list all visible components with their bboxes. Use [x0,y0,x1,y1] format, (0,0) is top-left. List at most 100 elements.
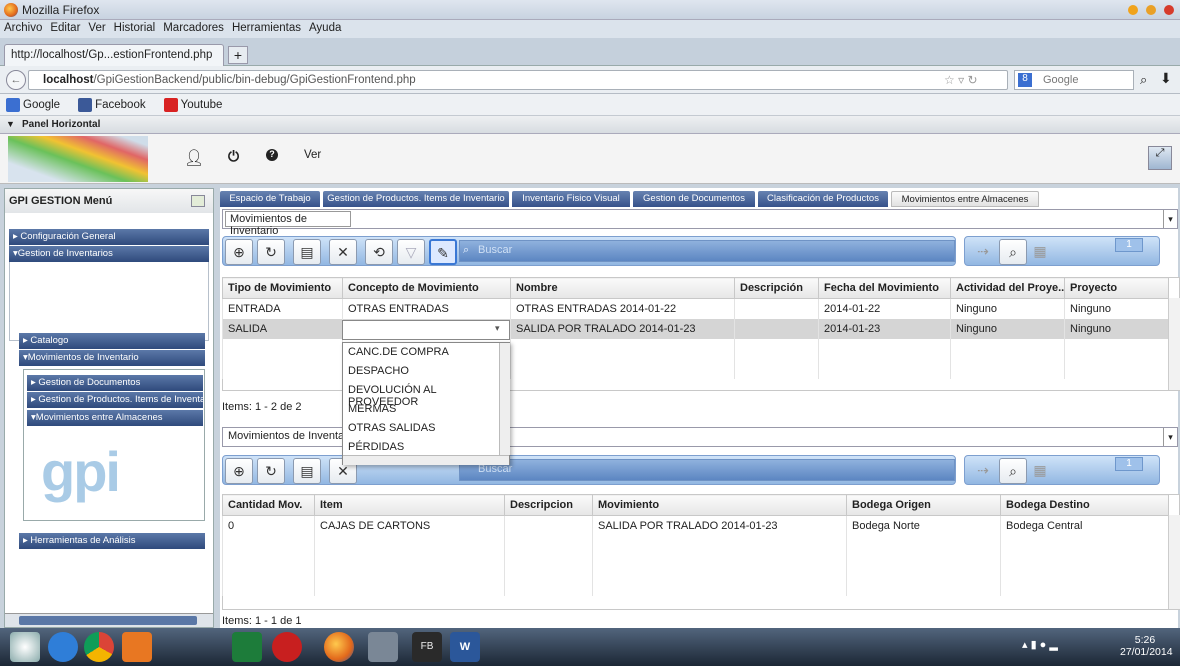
dropdown-option[interactable]: DEVOLUCIÓN AL PROVEEDOR [343,381,509,408]
dropdown-option[interactable]: MERMAS [343,400,509,419]
col-header[interactable]: Item [314,494,505,516]
col-header[interactable]: Nombre [510,277,735,299]
save-icon[interactable]: ▤ [293,239,321,265]
dropdown-option[interactable]: DESPACHO [343,362,509,381]
back-button[interactable]: ← [6,70,26,90]
dropdown-option[interactable]: CANC.DE COMPRA [343,343,509,362]
bookmark-facebook[interactable]: Facebook [72,94,152,116]
col-header[interactable]: Fecha del Movimiento [818,277,951,299]
grid2-vscrollbar[interactable] [1168,515,1180,609]
ie-icon[interactable] [48,632,78,662]
col-header[interactable]: Tipo de Movimiento [222,277,343,299]
save-icon[interactable]: ▤ [293,458,321,484]
menu-ayuda[interactable]: Ayuda [305,20,345,36]
delete-icon[interactable]: ✕ [329,239,357,265]
tab-espacio-trabajo[interactable]: Espacio de Trabajo [220,191,320,207]
game-icon[interactable] [272,632,302,662]
new-tab-button[interactable]: + [228,46,248,64]
sidebar-item-configuracion[interactable]: ▸ Configuración General [9,229,209,245]
col-header[interactable]: Proyecto [1064,277,1169,299]
search-input[interactable]: Buscar [459,240,955,262]
bookmark-google[interactable]: Google [0,94,66,116]
search-icon[interactable]: ⌕ [1140,72,1147,88]
firefox-taskbar-icon[interactable] [324,632,354,662]
power-icon[interactable]: ⏻ [228,148,239,165]
keyboard-icon[interactable]: ▦ [1029,239,1051,265]
tab-gestion-productos[interactable]: Gestion de Productos. Items de Inventari… [323,191,509,207]
preview-icon[interactable]: ⌕ [999,239,1027,265]
word-icon[interactable]: W [450,632,480,662]
media-icon[interactable] [122,632,152,662]
undo-icon[interactable]: ⟲ [365,239,393,265]
sidebar-toggle-icon[interactable] [191,195,205,207]
menu-marcadores[interactable]: Marcadores [159,20,228,36]
menu-ver[interactable]: Ver [84,20,109,36]
panel-horizontal-bar[interactable]: ▼ Panel Horizontal [0,116,1180,134]
chevron-down-icon[interactable]: ▾ [1163,428,1177,446]
refresh-icon[interactable]: ↻ [257,239,285,265]
filter-icon[interactable]: ▽ [397,239,425,265]
edit-icon[interactable]: ✎ [429,239,457,265]
refresh-icon[interactable]: ↻ [257,458,285,484]
tray-icons[interactable]: ▴ ▮ ● ▂ [1022,638,1058,651]
folder-icon[interactable] [368,632,398,662]
sidebar-item-gestion-inventarios[interactable]: ▾Gestion de Inventarios [9,246,209,262]
minimize-icon[interactable] [1128,5,1138,15]
col-header[interactable]: Descripcion [504,494,593,516]
sidebar-item-gestion-documentos[interactable]: ▸ Gestion de Documentos [27,375,203,391]
menu-archivo[interactable]: Archivo [0,20,46,36]
stock-app-icon[interactable] [232,632,262,662]
col-header[interactable]: Descripción [734,277,819,299]
web-search-input[interactable]: Google [1014,70,1134,90]
preview-icon[interactable]: ⌕ [999,458,1027,484]
grid1-vscrollbar[interactable] [1168,298,1180,390]
sidebar-hscrollbar[interactable] [5,613,213,627]
page-badge[interactable]: 1 [1115,457,1143,471]
col-header[interactable]: Bodega Destino [1000,494,1169,516]
google-search-icon[interactable]: 8 [1018,73,1032,87]
fullscreen-icon[interactable]: ⤢ [1148,146,1172,170]
chevron-down-icon[interactable]: ▾ [495,323,500,334]
tab-movimientos-almacenes[interactable]: Movimientos entre Almacenes [891,191,1039,207]
menu-historial[interactable]: Historial [110,20,160,36]
close-icon[interactable] [1164,5,1174,15]
start-icon[interactable] [10,632,40,662]
star-icon[interactable]: ☆ ▿ ↻ [944,73,978,87]
export-icon[interactable]: ⇢ [969,458,997,484]
menu-herramientas[interactable]: Herramientas [228,20,305,36]
bookmark-youtube[interactable]: Youtube [158,94,229,116]
chevron-down-icon[interactable]: ▾ [1163,210,1177,228]
tab-clasificacion[interactable]: Clasificación de Productos [758,191,888,207]
sidebar-item-herramientas[interactable]: ▸ Herramientas de Análisis [19,533,205,549]
search-input-bottom[interactable]: Buscar [459,459,955,481]
browser-tab[interactable]: http://localhost/Gp...estionFrontend.php [4,44,224,66]
add-icon[interactable]: ⊕ [225,239,253,265]
sidebar-item-movimientos-almacenes[interactable]: ▾Movimientos entre Almacenes [27,410,203,426]
dropdown-option[interactable]: OTRAS SALIDAS [343,419,509,438]
top-combo[interactable]: Movimientos de Inventario ▾ [222,209,1178,237]
col-header[interactable]: Bodega Origen [846,494,1001,516]
user-icon[interactable]: 👤︎ [184,148,204,168]
sidebar-item-gestion-productos[interactable]: ▸ Gestion de Productos. Items de Inventa… [27,392,203,408]
maximize-icon[interactable] [1146,5,1156,15]
sidebar-item-catalogo[interactable]: ▸ Catalogo [19,333,205,349]
col-header[interactable]: Cantidad Mov. [222,494,315,516]
table-row[interactable]: ENTRADA OTRAS ENTRADAS OTRAS ENTRADAS 20… [222,298,1169,319]
tab-inventario-fisico[interactable]: Inventario Fisico Visual [512,191,630,207]
ver-menu[interactable]: Ver [304,149,321,161]
menu-editar[interactable]: Editar [46,20,84,36]
concepto-select[interactable]: ▾ [342,320,510,340]
dropdown-vscrollbar[interactable] [499,343,510,455]
col-header[interactable]: Concepto de Movimiento [342,277,511,299]
clock[interactable]: 5:26 27/01/2014 [1120,634,1173,658]
export-icon[interactable]: ⇢ [969,239,997,265]
keyboard-icon[interactable]: ▦ [1029,458,1051,484]
chrome-icon[interactable] [84,632,114,662]
tab-gestion-documentos[interactable]: Gestion de Documentos [633,191,755,207]
sidebar-item-movimientos[interactable]: ▾Movimientos de Inventario [19,350,205,366]
url-bar[interactable]: localhost/GpiGestionBackend/public/bin-d… [28,70,1008,90]
help-icon[interactable]: ? [266,149,278,161]
col-header[interactable]: Movimiento [592,494,847,516]
dropdown-hscrollbar[interactable] [343,455,509,465]
col-header[interactable]: Actividad del Proye... [950,277,1065,299]
